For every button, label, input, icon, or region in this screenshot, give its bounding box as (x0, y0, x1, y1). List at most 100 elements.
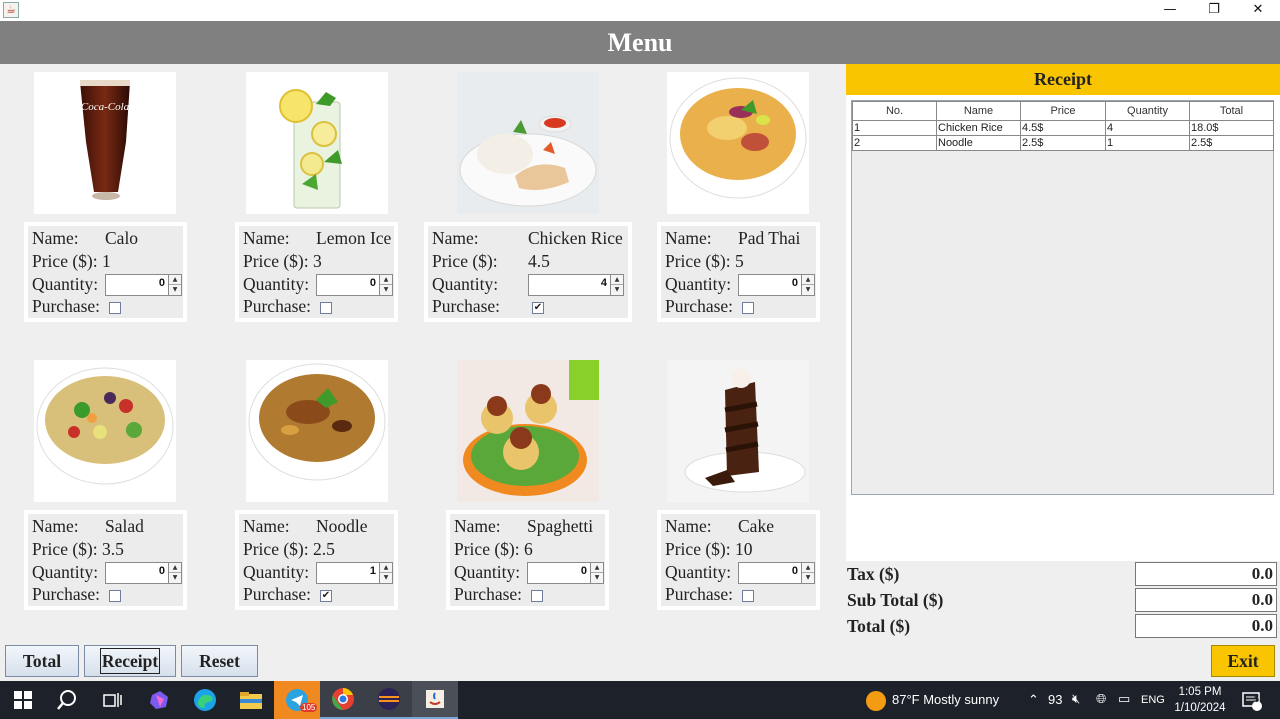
telegram-icon[interactable]: 105 (274, 681, 320, 719)
speaker-muted-icon[interactable]: 🔇︎ (1072, 681, 1080, 719)
name-label: Name: (454, 516, 501, 536)
table-cell: 1 (1105, 135, 1190, 151)
price-label: Price ($): 10 (665, 539, 753, 559)
salad-bowl-icon (34, 360, 176, 502)
quantity-label: Quantity: (665, 562, 732, 582)
notification-center-icon[interactable]: 5 (1241, 681, 1263, 719)
chrome-icon[interactable] (320, 681, 366, 719)
tax-field[interactable]: 0.0 (1135, 562, 1277, 586)
quantity-stepper[interactable]: 0 ▲ ▼ (738, 274, 815, 296)
stepper-arrows[interactable]: ▲ ▼ (168, 275, 181, 295)
item-price: 3 (312, 251, 322, 271)
receipt-table[interactable]: No. Name Price Quantity Total 1 Chicken … (851, 100, 1274, 495)
item-name: Cake (738, 516, 774, 536)
item-name: Lemon Ice (316, 228, 392, 248)
chicken-rice-icon (457, 72, 599, 214)
purchase-checkbox[interactable] (320, 302, 332, 314)
quantity-value: 0 (369, 277, 376, 289)
total-field[interactable]: 0.0 (1135, 614, 1277, 638)
purchase-label: Purchase: (32, 296, 101, 316)
cola-glass-icon: Coca-Cola (34, 72, 176, 214)
purchase-label: Purchase: (454, 584, 523, 604)
item-price: 4.5 (528, 251, 550, 271)
windows-start-icon[interactable] (0, 681, 46, 719)
task-view-icon[interactable] (90, 681, 136, 719)
table-cell: 2 (852, 135, 937, 151)
purchase-checkbox[interactable] (109, 302, 121, 314)
menu-item-card: Name: Noodle Price ($): 2.5 Quantity: 1 ▲… (235, 510, 398, 610)
column-header[interactable]: Quantity (1105, 101, 1190, 121)
java-app-taskbar-icon[interactable] (412, 681, 458, 719)
quantity-label: Quantity: (32, 274, 99, 294)
quantity-value: 0 (580, 565, 587, 577)
copilot-icon[interactable] (136, 681, 182, 719)
stepper-arrows[interactable]: ▲ ▼ (801, 563, 814, 583)
battery-level[interactable]: 93 (1048, 681, 1062, 719)
column-header[interactable]: Price (1020, 101, 1106, 121)
purchase-checkbox[interactable]: ✔ (532, 302, 544, 314)
name-label: Name: (32, 228, 79, 248)
column-header[interactable]: Name (936, 101, 1021, 121)
name-label: Name: (665, 516, 712, 536)
total-button[interactable]: Total (5, 645, 79, 677)
purchase-label: Purchase: (432, 296, 501, 316)
search-icon[interactable] (44, 681, 90, 719)
language-indicator[interactable]: ENG (1141, 681, 1165, 719)
quantity-stepper[interactable]: 0 ▲ ▼ (105, 562, 182, 584)
item-name: Chicken Rice (528, 228, 623, 248)
subtotal-field[interactable]: 0.0 (1135, 588, 1277, 612)
edge-browser-icon[interactable] (182, 681, 228, 719)
quantity-label: Quantity: (243, 274, 310, 294)
column-header[interactable]: No. (852, 101, 937, 121)
purchase-label: Purchase: (32, 584, 101, 604)
quantity-stepper[interactable]: 4 ▲ ▼ (528, 274, 624, 296)
receipt-title: Receipt (846, 64, 1280, 95)
quantity-label: Quantity: (454, 562, 521, 582)
table-row[interactable]: 2 Noodle 2.5$ 1 2.5$ (852, 135, 1274, 151)
quantity-value: 4 (600, 277, 607, 289)
quantity-stepper[interactable]: 0 ▲ ▼ (527, 562, 604, 584)
purchase-checkbox[interactable] (531, 590, 543, 602)
purchase-checkbox[interactable] (742, 302, 754, 314)
quantity-stepper[interactable]: 0 ▲ ▼ (316, 274, 393, 296)
stepper-arrows[interactable]: ▲ ▼ (379, 275, 392, 295)
quantity-stepper[interactable]: 1 ▲ ▼ (316, 562, 393, 584)
receipt-button[interactable]: Receipt (84, 645, 176, 677)
stepper-arrows[interactable]: ▲ ▼ (379, 563, 392, 583)
stepper-arrows[interactable]: ▲ ▼ (610, 275, 623, 295)
quantity-stepper[interactable]: 0 ▲ ▼ (105, 274, 182, 296)
price-label: Price ($): (432, 251, 498, 271)
subtotal-label: Sub Total ($) (847, 590, 944, 610)
stepper-arrows[interactable]: ▲ ▼ (801, 275, 814, 295)
battery-icon[interactable]: ▭ (1118, 681, 1130, 719)
item-name: Salad (105, 516, 144, 536)
item-price: 6 (523, 539, 533, 559)
purchase-checkbox[interactable] (742, 590, 754, 602)
weather-widget[interactable]: 87°F Mostly sunny (866, 681, 999, 719)
item-name: Pad Thai (738, 228, 801, 248)
table-cell: Chicken Rice (936, 120, 1021, 136)
reset-button[interactable]: Reset (181, 645, 258, 677)
menu-item-card: Name: Salad Price ($): 3.5 Quantity: 0 ▲ ▼… (24, 510, 187, 610)
quantity-stepper[interactable]: 0 ▲ ▼ (738, 562, 815, 584)
stepper-arrows[interactable]: ▲ ▼ (168, 563, 181, 583)
column-header[interactable]: Total (1189, 101, 1274, 121)
item-name: Noodle (316, 516, 368, 536)
purchase-label: Purchase: (243, 296, 312, 316)
exit-button[interactable]: Exit (1211, 645, 1275, 677)
name-label: Name: (32, 516, 79, 536)
file-explorer-icon[interactable] (228, 681, 274, 719)
maximize-button[interactable]: ❐ (1192, 0, 1236, 21)
eclipse-ide-icon[interactable] (366, 681, 412, 719)
stepper-arrows[interactable]: ▲ ▼ (590, 563, 603, 583)
system-clock[interactable]: 1:05 PM 1/10/2024 (1170, 684, 1230, 716)
close-button[interactable]: ✕ (1236, 0, 1280, 21)
purchase-checkbox[interactable]: ✔ (320, 590, 332, 602)
minimize-button[interactable]: — (1148, 0, 1192, 21)
tray-overflow-chevron-icon[interactable]: ⌃ (1028, 681, 1039, 719)
network-globe-icon[interactable]: 🌐︎ (1096, 681, 1106, 719)
table-row[interactable]: 1 Chicken Rice 4.5$ 4 18.0$ (852, 120, 1274, 136)
clock-time: 1:05 PM (1178, 686, 1222, 698)
weather-text: 87°F Mostly sunny (892, 692, 1000, 707)
purchase-checkbox[interactable] (109, 590, 121, 602)
